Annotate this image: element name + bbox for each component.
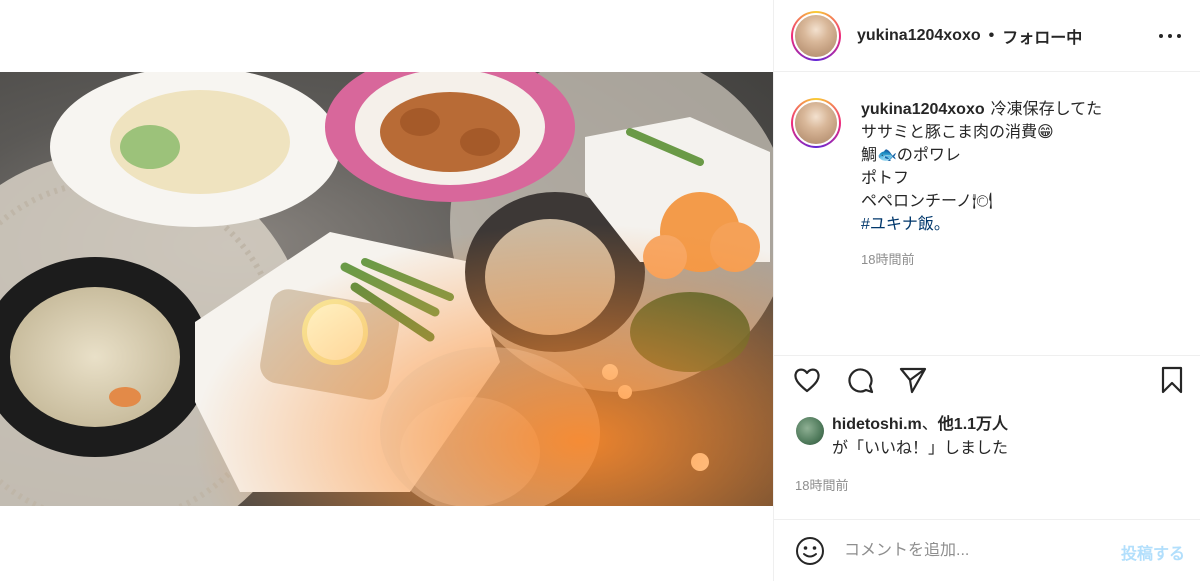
post-comment-button[interactable]: 投稿する xyxy=(1121,540,1185,564)
caption-line-4: ポトフ xyxy=(861,170,910,187)
following-status[interactable]: フォロー中 xyxy=(1002,24,1082,48)
comment-bar: 投稿する xyxy=(774,519,1200,581)
caption-username[interactable]: yukina1204xoxo xyxy=(861,101,985,118)
comment-input[interactable] xyxy=(844,541,1094,560)
caption: yukina1204xoxo 冷凍保存してた ササミと豚こま肉の消費😁 鯛🐟のポワ… xyxy=(791,98,1191,271)
liker-avatar[interactable] xyxy=(796,417,824,445)
caption-timestamp: 18時間前 xyxy=(861,252,915,267)
share-icon[interactable] xyxy=(897,364,929,396)
caption-avatar[interactable] xyxy=(791,98,841,148)
comment-icon[interactable] xyxy=(844,364,876,396)
heart-icon[interactable] xyxy=(791,364,823,396)
caption-line-2: ササミと豚こま肉の消費😁 xyxy=(861,124,1054,141)
likes-text: hidetoshi.m、他1.1万人 が「いいね！」しました xyxy=(832,416,1009,457)
more-options-icon[interactable] xyxy=(1159,26,1181,46)
likes-count-link[interactable]: 他1.1万人 xyxy=(938,416,1008,433)
post-header: yukina1204xoxo • フォロー中 xyxy=(774,0,1200,72)
media-area xyxy=(0,0,773,581)
author-username[interactable]: yukina1204xoxo xyxy=(857,27,981,45)
liker-username[interactable]: hidetoshi.m xyxy=(832,416,922,433)
header-separator: • xyxy=(988,26,995,44)
post-side-panel: yukina1204xoxo • フォロー中 yukina1204xoxo 冷凍保… xyxy=(773,0,1200,581)
action-bar xyxy=(774,355,1200,403)
post-photo[interactable] xyxy=(0,72,773,506)
caption-line-5: ペペロンチーノ🍽 xyxy=(861,193,993,210)
caption-line-1: 冷凍保存してた xyxy=(990,101,1103,118)
caption-body: yukina1204xoxo 冷凍保存してた ササミと豚こま肉の消費😁 鯛🐟のポワ… xyxy=(861,98,1102,271)
post-timestamp[interactable]: 18時間前 xyxy=(795,475,848,494)
hashtag-link[interactable]: #ユキナ飯。 xyxy=(861,213,1102,236)
caption-line-3: 鯛🐟のポワレ xyxy=(861,147,961,164)
bookmark-icon[interactable] xyxy=(1156,364,1188,396)
likes-suffix: が「いいね！」しました xyxy=(832,440,1009,457)
caption-first-line: yukina1204xoxo 冷凍保存してた xyxy=(861,98,1102,121)
smile-icon[interactable] xyxy=(794,535,826,567)
likes-summary: hidetoshi.m、他1.1万人 が「いいね！」しました xyxy=(796,413,1186,461)
author-avatar[interactable] xyxy=(791,10,841,61)
